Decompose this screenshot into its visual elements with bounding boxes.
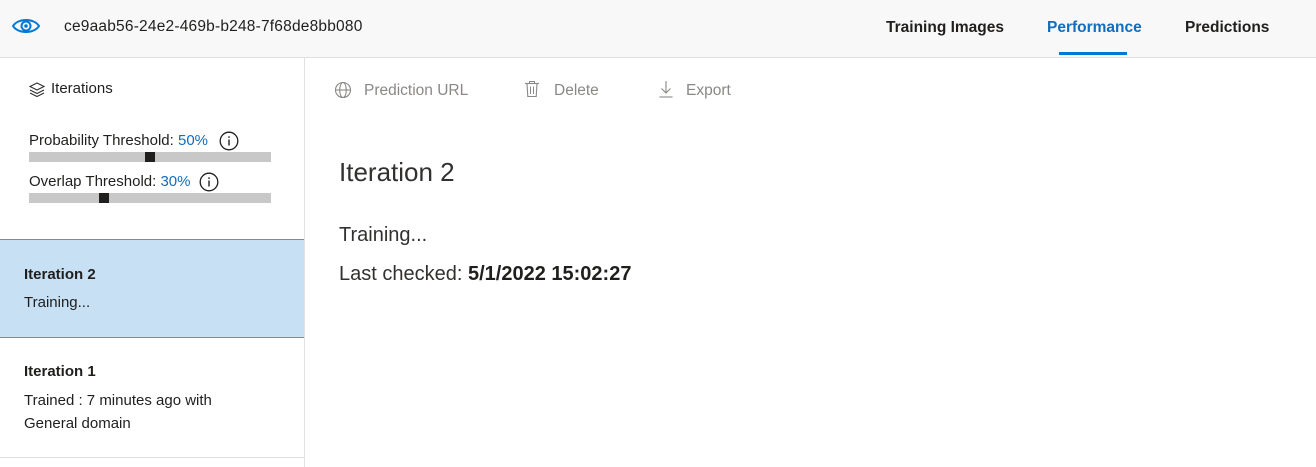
last-checked-value: 5/1/2022 15:02:27 xyxy=(467,263,632,285)
layers-icon xyxy=(29,82,45,98)
tab-predictions[interactable]: Predictions xyxy=(1185,19,1269,37)
active-tab-indicator xyxy=(1059,52,1127,55)
prediction-url-button[interactable]: Prediction URL xyxy=(334,80,474,102)
overlap-threshold-slider[interactable] xyxy=(29,193,271,203)
info-icon[interactable] xyxy=(219,131,239,151)
overlap-threshold-value: 30% xyxy=(160,173,191,190)
iterations-label: Iterations xyxy=(51,80,113,97)
training-status: Training... xyxy=(339,224,428,246)
prediction-url-label: Prediction URL xyxy=(364,82,469,99)
overlap-threshold-label: Overlap Threshold: 30% xyxy=(29,173,191,190)
iteration-name: Iteration 2 xyxy=(24,266,96,283)
download-icon xyxy=(659,81,673,98)
probability-threshold-text: Probability Threshold: xyxy=(29,132,174,149)
iteration-name: Iteration 1 xyxy=(24,363,96,380)
iteration-status: Training... xyxy=(24,294,91,311)
slider-thumb[interactable] xyxy=(98,193,109,203)
iteration-title: Iteration 2 xyxy=(339,157,455,187)
probability-threshold-slider[interactable] xyxy=(29,152,271,162)
tab-training-images[interactable]: Training Images xyxy=(886,19,1004,37)
probability-threshold-value: 50% xyxy=(177,132,209,149)
delete-button[interactable]: Delete xyxy=(524,80,604,102)
sidebar: Iterations Probability Threshold: 50% Ov… xyxy=(0,58,305,467)
iteration-list-item-1[interactable]: Iteration 1 Trained : 7 minutes ago with… xyxy=(0,338,304,458)
trash-icon xyxy=(525,80,539,98)
overlap-threshold-text: Overlap Threshold: xyxy=(29,173,157,190)
globe-icon xyxy=(334,81,352,99)
iteration-status: Trained : 7 minutes ago with General dom… xyxy=(24,392,212,432)
slider-thumb[interactable] xyxy=(145,152,155,162)
last-checked-label: Last checked: xyxy=(339,263,463,285)
eye-icon[interactable] xyxy=(11,14,41,38)
export-button[interactable]: Export xyxy=(658,80,738,102)
project-id: ce9aab56-24e2-469b-b248-7f68de8bb080 xyxy=(64,18,363,35)
probability-threshold-label: Probability Threshold: 50% xyxy=(29,132,208,149)
tab-performance[interactable]: Performance xyxy=(1047,19,1142,37)
export-label: Export xyxy=(686,82,731,99)
last-checked: Last checked: 5/1/2022 15:02:27 xyxy=(339,263,631,286)
top-bar: ce9aab56-24e2-469b-b248-7f68de8bb080 Tra… xyxy=(0,0,1316,58)
iteration-list-item-2[interactable]: Iteration 2 Training... xyxy=(0,239,304,338)
info-icon[interactable] xyxy=(199,172,219,192)
delete-label: Delete xyxy=(554,82,599,99)
